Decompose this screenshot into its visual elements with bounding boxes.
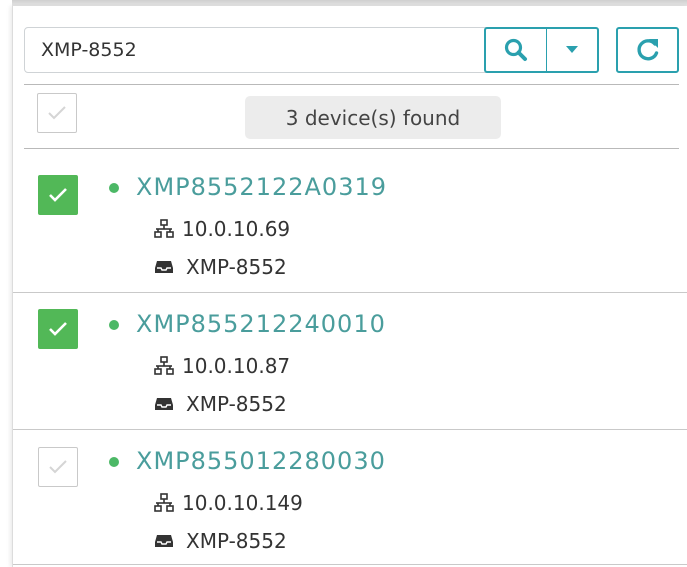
- device-ip-row: 10.0.10.69: [154, 217, 290, 241]
- search-input[interactable]: [35, 28, 492, 72]
- caret-down-icon: [566, 46, 578, 53]
- online-status-dot: [109, 320, 119, 330]
- device-item[interactable]: XMP855012280030 10.0.10.149 XMP-8552: [13, 429, 687, 566]
- online-status-dot: [109, 457, 119, 467]
- device-tray-icon: [155, 398, 173, 410]
- device-model-row: XMP-8552: [154, 529, 287, 553]
- device-ip: 10.0.10.149: [182, 491, 303, 515]
- network-icon: [154, 356, 174, 375]
- device-item[interactable]: XMP855212240010 10.0.10.87 XMP-8552: [13, 292, 687, 429]
- search-icon: [504, 38, 527, 61]
- online-status-dot: [109, 183, 119, 193]
- device-model: XMP-8552: [186, 529, 287, 553]
- checkmark-icon: [49, 322, 67, 336]
- device-ip-row: 10.0.10.87: [154, 354, 290, 378]
- select-all-checkbox[interactable]: [37, 93, 77, 133]
- device-model-row: XMP-8552: [154, 392, 287, 416]
- device-model: XMP-8552: [186, 392, 287, 416]
- device-name[interactable]: XMP855212240010: [136, 310, 386, 338]
- device-item[interactable]: XMP8552122A0319 10.0.10.69 XMP-8552: [13, 157, 687, 294]
- devices-found-badge: 3 device(s) found: [245, 96, 501, 139]
- list-bottom-border: [13, 564, 687, 565]
- device-ip-row: 10.0.10.149: [154, 491, 303, 515]
- search-button[interactable]: [484, 27, 548, 73]
- refresh-button[interactable]: [616, 27, 679, 73]
- device-ip: 10.0.10.69: [182, 217, 291, 241]
- device-model: XMP-8552: [186, 255, 287, 279]
- device-tray-icon: [155, 535, 173, 547]
- device-tray-icon: [155, 261, 173, 273]
- network-icon: [154, 493, 174, 512]
- search-toolbar: [24, 27, 681, 73]
- device-name[interactable]: XMP8552122A0319: [136, 173, 387, 201]
- refresh-icon: [636, 39, 658, 61]
- checkmark-icon: [49, 460, 67, 474]
- device-checkbox[interactable]: [38, 309, 78, 349]
- header-divider: [24, 84, 679, 85]
- checkmark-icon: [49, 188, 67, 202]
- device-ip: 10.0.10.87: [182, 354, 291, 378]
- search-options-dropdown-button[interactable]: [546, 27, 599, 73]
- device-name[interactable]: XMP855012280030: [136, 447, 386, 475]
- device-checkbox[interactable]: [38, 447, 78, 487]
- network-icon: [154, 219, 174, 238]
- device-model-row: XMP-8552: [154, 255, 287, 279]
- device-checkbox[interactable]: [38, 175, 78, 215]
- summary-divider: [24, 148, 679, 149]
- checkmark-icon: [48, 106, 66, 120]
